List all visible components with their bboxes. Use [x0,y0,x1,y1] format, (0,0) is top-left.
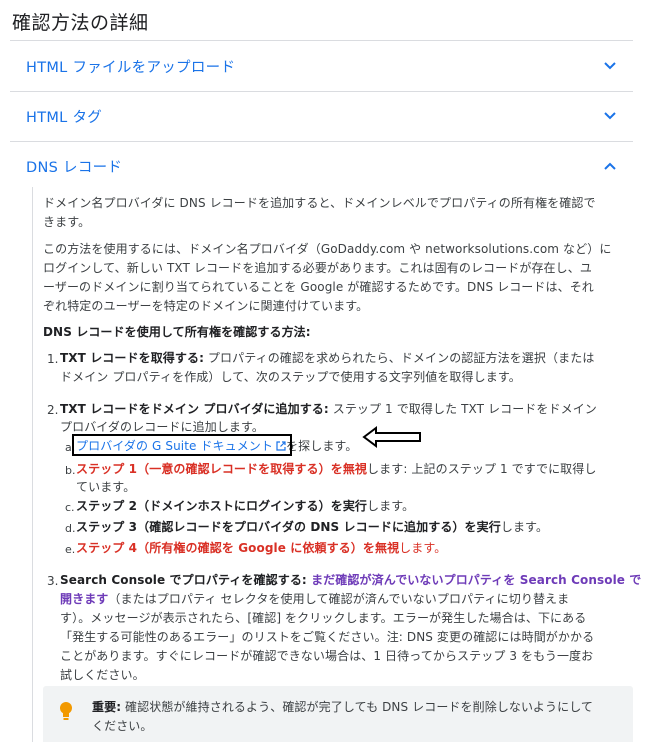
substep-e: ステップ 4（所有権の確認を Google に依頼する）を無視します。 [76,539,446,558]
page-title: 確認方法の詳細 [12,12,149,34]
step-3-rest: （またはプロパティ セレクタを使用して確認が済んでいないプロパティに切り替えま [108,592,570,606]
ignore-text: ステップ 4（所有権の確認を Google に依頼する）を無視 [76,541,400,555]
substep-rest: します。 [500,520,549,534]
step-2-text: TXT レコードをドメイン プロバイダに追加する: ステップ 1 で取得した T… [60,400,597,419]
accordion-title: HTML タグ [26,109,103,126]
highlight-box [72,434,292,456]
run-text: ステップ 2（ドメインホストにログインする）を実行 [76,499,368,513]
accordion-title: HTML ファイルをアップロード [26,59,236,76]
open-property-link[interactable]: まだ確認が済んでいないプロパティを Search Console で [307,573,642,587]
chevron-up-icon [604,162,616,170]
step-3-text: 試しください。 [60,668,145,682]
substep-d: ステップ 3（確認レコードをプロバイダの DNS レコードに追加する）を実行しま… [76,518,548,537]
substep-rest: します。 [399,541,447,555]
substep-letter: e. [65,543,76,556]
step-3-text: す）。メッセージが表示されたら、[確認] をクリックします。エラーが発生した場合… [60,611,587,625]
step-3-text: 「発生する可能性のあるエラー」のリストをご覧ください。注: DNS 変更の確認に… [60,630,595,644]
accordion-title: DNS レコード [26,159,123,176]
step-3-text: 開きます（またはプロパティ セレクタを使用して確認が済んでいないプロパティに切り… [60,590,569,609]
step-1-bold: TXT レコードを取得する: [60,351,205,365]
open-property-link[interactable]: 開きます [60,592,108,606]
step-3-text: ことがあります。すぐにレコードが確認できない場合は、1 日待ってからステップ 3… [60,649,594,663]
run-text: ステップ 3（確認レコードをプロバイダの DNS レコードに追加する）を実行 [76,520,501,534]
intro-text: ドメイン名プロバイダに DNS レコードを追加すると、ドメインレベルでプロパティ… [43,196,596,210]
substep-letter: d. [65,522,76,535]
intro-text: ぞれ特定のユーザーを特定のドメインに関連付けています。 [43,299,369,313]
step-number: 2. [47,403,59,417]
intro-text: ーザーのドメインに割り当てられていることを Google が確認するためです。D… [43,280,594,294]
intro-text: きます。 [43,215,91,229]
note-rest: 確認状態が維持されるよう、確認が完了しても DNS レコードを削除しないようにし… [121,700,594,714]
substep-b: ステップ 1（一意の確認レコードを取得する）を無視します: 上記のステップ 1 … [76,460,596,479]
lightbulb-icon [60,702,72,720]
substep-letter: b. [65,464,76,477]
note-bold: 重要: [92,700,122,714]
substep-rest: します: 上記のステップ 1 ですでに取得し [367,462,597,476]
chevron-down-icon [604,112,616,120]
step-number: 1. [47,352,59,366]
accordion-html-file[interactable]: HTML ファイルをアップロード [10,41,633,91]
note-text: 重要: 確認状態が維持されるよう、確認が完了しても DNS レコードを削除しない… [92,698,593,717]
step-number: 3. [47,574,59,588]
substep-rest: を探します。 [286,439,358,453]
step-1-rest: プロパティの確認を求められたら、ドメインの認証方法を選択（または [204,351,595,365]
accordion-dns-record[interactable]: DNS レコード [10,141,633,191]
step-3-text: Search Console でプロパティを確認する: まだ確認が済んでいないプ… [60,571,641,590]
step-1-text: TXT レコードを取得する: プロパティの確認を求められたら、ドメインの認証方法… [60,349,594,368]
substep-rest: します。 [367,499,415,513]
section-heading: DNS レコードを使用して所有権を確認する方法: [43,325,311,339]
step-2-rest: ステップ 1 で取得した TXT レコードをドメイン [328,402,597,416]
accordion-html-tag[interactable]: HTML タグ [10,91,633,141]
ignore-text: ステップ 1（一意の確認レコードを取得する）を無視 [76,462,368,476]
substep-c: ステップ 2（ドメインホストにログインする）を実行します。 [76,497,414,516]
chevron-down-icon [604,62,616,70]
step-3-bold: Search Console でプロパティを確認する: [60,573,307,587]
substep-letter: c. [65,501,75,514]
arrow-left-icon [362,426,421,448]
intro-text: この方法を使用するには、ドメイン名プロバイダ（GoDaddy.com や net… [43,242,612,256]
substep-b: ています。 [76,480,136,494]
intro-text: ログインして、新しい TXT レコードを追加する必要があります。これは固有のレコ… [43,261,592,275]
step-1-text: ドメイン プロパティを作成）して、次のステップで使用する文字列値を取得します。 [60,370,521,384]
step-2-bold: TXT レコードをドメイン プロバイダに追加する: [60,402,329,416]
note-text: ください。 [92,719,153,733]
